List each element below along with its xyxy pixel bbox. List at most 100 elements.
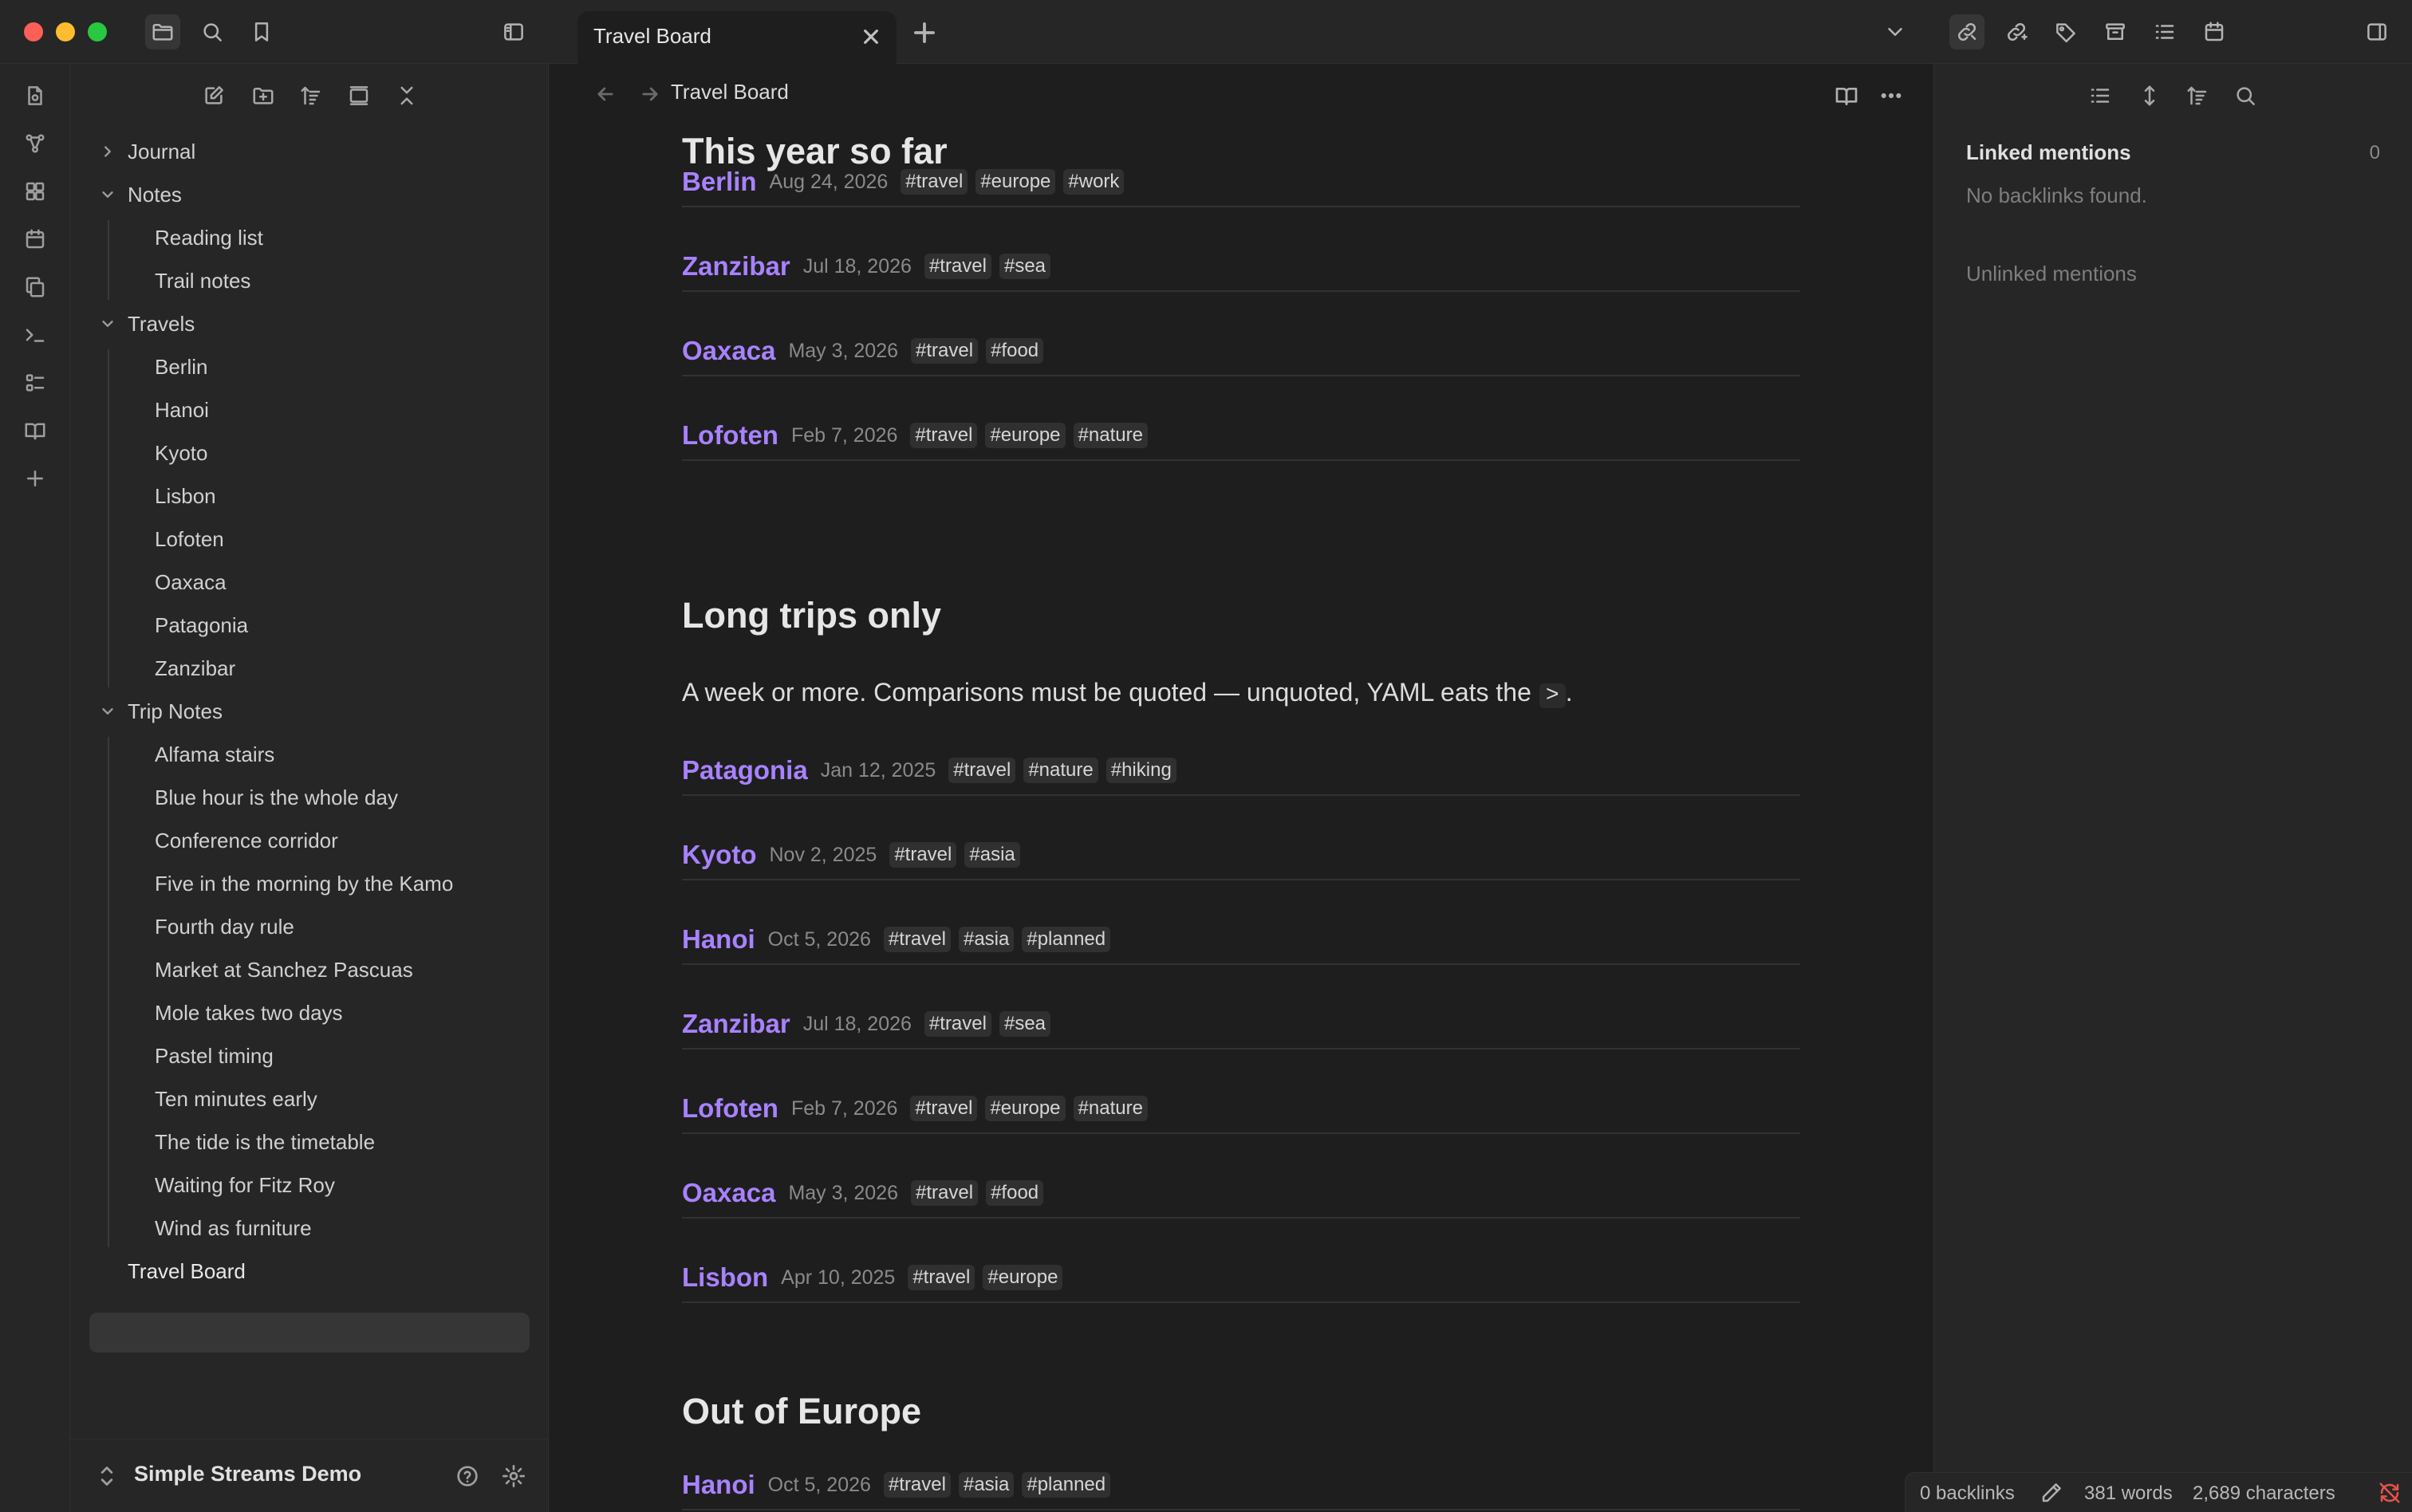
linked-mentions-heading[interactable]: Linked mentions xyxy=(1966,140,2131,165)
tag-chip[interactable]: #europe xyxy=(975,169,1056,195)
tag-chip[interactable]: #travel xyxy=(911,1180,979,1206)
vault-chevron-updown-icon[interactable] xyxy=(96,1462,120,1490)
file-waiting-for-fitz-roy[interactable]: Waiting for Fitz Roy xyxy=(155,1164,335,1206)
files-folder-icon[interactable] xyxy=(145,14,180,49)
chevron-down-icon[interactable] xyxy=(96,174,120,215)
entry-link[interactable]: Lisbon xyxy=(682,1262,768,1293)
command-palette-icon[interactable] xyxy=(18,317,53,352)
tag-chip[interactable]: #food xyxy=(986,338,1044,364)
tab-list-chevron-down-icon[interactable] xyxy=(1878,14,1913,49)
tag-chip[interactable]: #travel xyxy=(911,338,979,364)
chevron-down-icon[interactable] xyxy=(96,303,120,345)
tag-chip[interactable]: #travel xyxy=(883,1472,951,1498)
file-market-at-sanchez-pascuas[interactable]: Market at Sanchez Pascuas xyxy=(155,949,413,990)
vault-name[interactable]: Simple Streams Demo xyxy=(134,1462,361,1486)
entry-link[interactable]: Oaxaca xyxy=(682,336,775,366)
entry-link[interactable]: Hanoi xyxy=(682,924,755,955)
file-blue-hour-is-the-whole-day[interactable]: Blue hour is the whole day xyxy=(155,777,398,818)
tag-chip[interactable]: #travel xyxy=(948,758,1016,783)
entry-link[interactable]: Hanoi xyxy=(682,1470,755,1500)
tag-chip[interactable]: #planned xyxy=(1022,927,1111,952)
tag-chip[interactable]: #travel xyxy=(910,423,978,448)
search-backlinks-icon[interactable] xyxy=(2228,78,2263,113)
tag-chip[interactable]: #europe xyxy=(985,423,1066,448)
file-patagonia[interactable]: Patagonia xyxy=(155,604,248,646)
backlinks-count-status[interactable]: 0 backlinks xyxy=(1920,1482,2015,1505)
tag-chip[interactable]: #asia xyxy=(964,842,1020,868)
chevron-down-icon[interactable] xyxy=(96,691,120,732)
entry-link[interactable]: Lofoten xyxy=(682,1093,778,1124)
tag-chip[interactable]: #europe xyxy=(985,1096,1066,1121)
file-travel-board[interactable]: Travel Board xyxy=(128,1250,246,1292)
tag-chip[interactable]: #asia xyxy=(958,1472,1015,1498)
graph-view-icon[interactable] xyxy=(18,126,53,161)
tag-chip[interactable]: #travel xyxy=(901,169,968,195)
tag-chip[interactable]: #travel xyxy=(889,842,957,868)
minimize-window-button[interactable] xyxy=(56,22,75,41)
tags-icon[interactable] xyxy=(2048,14,2083,49)
entry-link[interactable]: Zanzibar xyxy=(682,1009,790,1039)
canvas-icon[interactable] xyxy=(18,174,53,209)
file-ten-minutes-early[interactable]: Ten minutes early xyxy=(155,1078,317,1120)
file-kyoto[interactable]: Kyoto xyxy=(155,432,208,474)
file-mole-takes-two-days[interactable]: Mole takes two days xyxy=(155,992,343,1034)
tag-chip[interactable]: #sea xyxy=(999,254,1051,279)
edit-pencil-icon[interactable] xyxy=(2040,1481,2063,1505)
book-open-icon[interactable] xyxy=(18,413,53,448)
file-zanzibar[interactable]: Zanzibar xyxy=(155,648,235,689)
file-reading-list[interactable]: Reading list xyxy=(155,217,263,258)
calendar-icon[interactable] xyxy=(2197,14,2232,49)
toggle-right-sidebar-icon[interactable] xyxy=(2359,14,2394,49)
tag-chip[interactable]: #travel xyxy=(908,1265,975,1290)
outline-list-icon[interactable] xyxy=(2147,14,2182,49)
tag-chip[interactable]: #sea xyxy=(999,1011,1051,1037)
add-plus-icon[interactable] xyxy=(18,461,53,496)
reading-view-book-icon[interactable] xyxy=(1829,78,1864,113)
tag-chip[interactable]: #nature xyxy=(1023,758,1098,783)
unlinked-mentions-heading[interactable]: Unlinked mentions xyxy=(1966,262,2137,286)
file-hanoi[interactable]: Hanoi xyxy=(155,389,209,431)
tab-travel-board[interactable]: Travel Board xyxy=(577,11,897,64)
bookmark-icon[interactable] xyxy=(244,14,279,49)
close-tab-icon[interactable] xyxy=(858,24,884,49)
list-checks-icon[interactable] xyxy=(18,365,53,400)
auto-reveal-icon[interactable] xyxy=(341,78,376,113)
navigate-forward-arrow-icon[interactable] xyxy=(634,78,666,110)
backlinks-link-icon[interactable] xyxy=(1949,14,1984,49)
collapse-all-icon[interactable] xyxy=(389,78,424,113)
new-folder-icon[interactable] xyxy=(246,78,281,113)
file-five-in-the-morning-by-the-kamo[interactable]: Five in the morning by the Kamo xyxy=(155,863,453,904)
new-tab-icon[interactable] xyxy=(909,18,940,48)
new-note-icon[interactable] xyxy=(196,78,231,113)
tag-chip[interactable]: #travel xyxy=(924,254,991,279)
entry-link[interactable]: Lofoten xyxy=(682,420,778,451)
entry-link[interactable]: Zanzibar xyxy=(682,251,790,282)
folder-notes[interactable]: Notes xyxy=(128,174,182,215)
file-lisbon[interactable]: Lisbon xyxy=(155,475,216,517)
file-berlin[interactable]: Berlin xyxy=(155,346,207,388)
tag-chip[interactable]: #planned xyxy=(1022,1472,1111,1498)
file-alfama-stairs[interactable]: Alfama stairs xyxy=(155,734,274,775)
sync-error-icon[interactable] xyxy=(2378,1481,2402,1505)
file-lofoten[interactable]: Lofoten xyxy=(155,518,224,560)
entry-link[interactable]: Kyoto xyxy=(682,840,757,870)
folder-travels[interactable]: Travels xyxy=(128,303,195,345)
file-the-tide-is-the-timetable[interactable]: The tide is the timetable xyxy=(155,1121,375,1163)
tag-chip[interactable]: #nature xyxy=(1073,423,1148,448)
search-icon[interactable] xyxy=(195,14,230,49)
chevron-right-icon[interactable] xyxy=(96,131,120,172)
file-wind-as-furniture[interactable]: Wind as furniture xyxy=(155,1207,312,1249)
folder-trip-notes[interactable]: Trip Notes xyxy=(128,691,223,732)
sort-order-icon[interactable] xyxy=(294,78,329,113)
file-conference-corridor[interactable]: Conference corridor xyxy=(155,820,338,861)
entry-link[interactable]: Berlin xyxy=(682,167,757,197)
tag-chip[interactable]: #travel xyxy=(924,1011,991,1037)
close-window-button[interactable] xyxy=(24,22,43,41)
navigate-back-arrow-icon[interactable] xyxy=(589,78,621,110)
file-pastel-timing[interactable]: Pastel timing xyxy=(155,1035,274,1077)
entry-link[interactable]: Patagonia xyxy=(682,755,808,786)
folder-journal[interactable]: Journal xyxy=(128,131,195,172)
daily-note-icon[interactable] xyxy=(18,78,53,113)
sort-backlinks-icon[interactable] xyxy=(2180,78,2215,113)
calendar-ribbon-icon[interactable] xyxy=(18,222,53,257)
